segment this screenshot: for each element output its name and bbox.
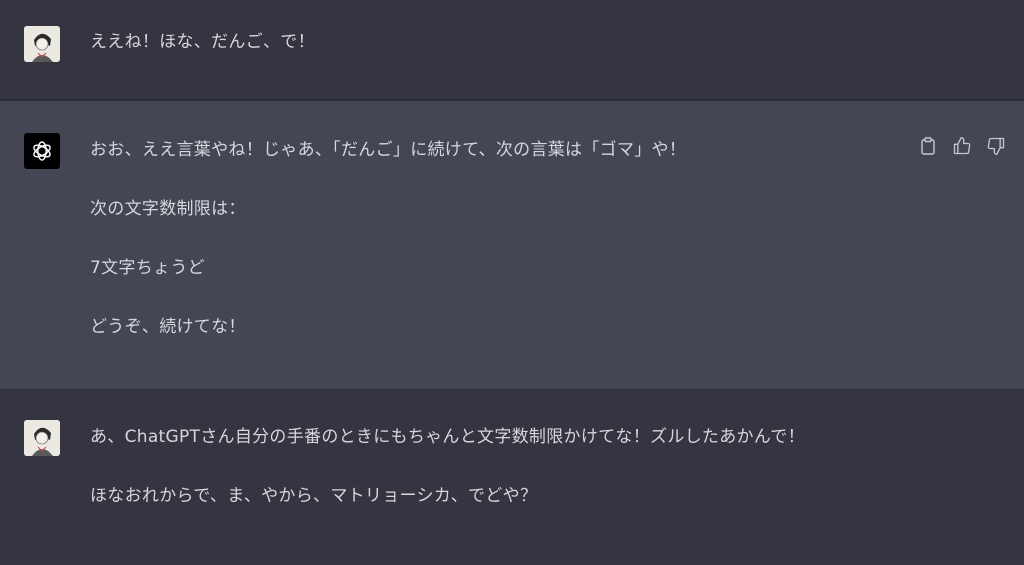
user-message: あ、ChatGPTさん自分の手番のときにもちゃんと文字数制限かけてな！ズルしたあ…: [0, 390, 1024, 565]
message-actions: [918, 136, 1006, 156]
copy-button[interactable]: [918, 136, 938, 156]
message-text: 7文字ちょうど: [90, 258, 205, 278]
message-text: どうぞ、続けてな！: [90, 317, 246, 337]
message-text: おお、ええ言葉やね！じゃあ、「だんご」に続けて、次の言葉は「ゴマ」や！: [90, 140, 687, 160]
thumbs-down-button[interactable]: [986, 136, 1006, 156]
message-text: ええね！ほな、だんご、で！: [90, 32, 315, 52]
message-text: あ、ChatGPTさん自分の手番のときにもちゃんと文字数制限かけてな！ズルしたあ…: [90, 427, 805, 447]
user-avatar: [24, 26, 60, 62]
message-text: ほなおれからで、ま、やから、マトリョーシカ、でどや？: [90, 486, 538, 506]
thumbs-down-icon: [987, 137, 1005, 155]
assistant-avatar: [24, 133, 60, 169]
message-text: 次の文字数制限は：: [90, 199, 246, 219]
user-avatar: [24, 420, 60, 456]
user-message: ええね！ほな、だんご、で！: [0, 0, 1024, 100]
user-avatar-illustration: [24, 26, 60, 62]
assistant-message: おお、ええ言葉やね！じゃあ、「だんご」に続けて、次の言葉は「ゴマ」や！ 次の文字…: [0, 100, 1024, 390]
copy-icon: [921, 137, 935, 155]
openai-logo-icon: [33, 141, 51, 161]
thumbs-up-button[interactable]: [952, 136, 972, 156]
thumbs-up-icon: [953, 137, 971, 155]
user-avatar-illustration: [24, 420, 60, 456]
